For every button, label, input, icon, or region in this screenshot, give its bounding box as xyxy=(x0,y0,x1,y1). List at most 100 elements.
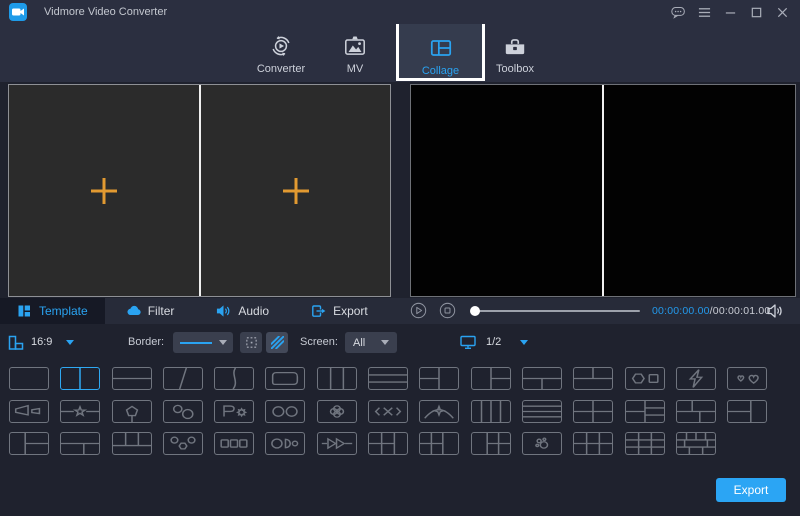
template-thumb-circle-half-dot[interactable] xyxy=(265,432,305,455)
current-time: 00:00:00.00 xyxy=(652,305,710,317)
template-thumb-megaphone[interactable] xyxy=(9,400,49,423)
feature-tabs: Template Filter AudioExport xyxy=(0,298,389,324)
collage-toolbar: 16:9 Border: Screen: All 1/2 xyxy=(0,331,800,355)
template-thumb-grid-2x2-right-col-sm[interactable] xyxy=(368,432,408,455)
border-dropdown-caret-icon xyxy=(219,340,227,345)
collage-cell-1[interactable] xyxy=(9,85,199,296)
collage-icon xyxy=(428,35,454,61)
template-thumb-left-2row-right-col[interactable] xyxy=(727,400,767,423)
template-thumb-bubbles[interactable] xyxy=(522,432,562,455)
play-button[interactable] xyxy=(410,302,427,319)
template-thumb-two-circles[interactable] xyxy=(265,400,305,423)
nav-tab-label: MV xyxy=(322,63,388,75)
titlebar: Vidmore Video Converter xyxy=(0,0,800,24)
screen-dropdown[interactable]: All xyxy=(345,332,397,353)
nav-tab-mv[interactable]: MV xyxy=(322,33,388,75)
template-thumb-curve[interactable] xyxy=(214,367,254,390)
template-thumb-arc-star[interactable] xyxy=(419,400,459,423)
template-thumb-grid-3x2[interactable] xyxy=(573,432,613,455)
template-thumb-p-gear[interactable] xyxy=(214,400,254,423)
template-thumb-left-2row-right[interactable] xyxy=(419,367,459,390)
template-thumb-circle-hex-circle[interactable] xyxy=(163,432,203,455)
total-time: 00:00:01.00 xyxy=(713,305,771,317)
seek-slider[interactable] xyxy=(472,310,640,312)
aspect-ratio-value[interactable]: 16:9 xyxy=(31,336,52,348)
template-thumb-left-right-2row[interactable] xyxy=(471,367,511,390)
template-thumb-left-col-right-2row[interactable] xyxy=(9,432,49,455)
screen-dropdown-caret-icon xyxy=(381,340,389,345)
template-thumb-grid-3x3[interactable] xyxy=(625,432,665,455)
template-thumb-x-brackets[interactable] xyxy=(368,400,408,423)
feature-tab-strip: Template Filter AudioExport 00:00:00.00/00… xyxy=(0,298,800,324)
template-thumb-clover[interactable] xyxy=(317,400,357,423)
stop-button[interactable] xyxy=(439,302,456,319)
seek-slider-knob[interactable] xyxy=(470,306,480,316)
template-thumb-rounded-pip[interactable] xyxy=(265,367,305,390)
screen-dropdown-value: All xyxy=(353,337,365,349)
template-thumb-circles-diag[interactable] xyxy=(163,400,203,423)
template-thumb-star-line[interactable] xyxy=(60,400,100,423)
template-thumb-three-squares[interactable] xyxy=(214,432,254,455)
template-thumb-single[interactable] xyxy=(9,367,49,390)
template-thumb-four-col[interactable] xyxy=(471,400,511,423)
volume-icon[interactable] xyxy=(766,303,784,319)
mv-icon xyxy=(342,33,368,59)
template-thumb-top-bottom-2col[interactable] xyxy=(522,367,562,390)
border-dash-button[interactable] xyxy=(240,332,262,353)
template-thumb-two-col[interactable] xyxy=(60,367,100,390)
feature-tab-label: Filter xyxy=(148,304,175,318)
template-thumb-top-2col-bottom[interactable] xyxy=(573,367,613,390)
nav-tab-label: Toolbox xyxy=(482,63,548,75)
template-thumb-pentagon[interactable] xyxy=(112,400,152,423)
feature-tab-filter[interactable]: Filter xyxy=(105,298,196,324)
template-thumb-top-row-bottom-2col[interactable] xyxy=(60,432,100,455)
monitor-icon[interactable] xyxy=(460,335,476,350)
add-video-plus-icon[interactable] xyxy=(89,176,119,206)
page-caret-icon[interactable] xyxy=(520,340,528,345)
template-thumb-four-row[interactable] xyxy=(522,400,562,423)
template-thumb-three-row[interactable] xyxy=(368,367,408,390)
window-title: Vidmore Video Converter xyxy=(44,6,167,18)
nav-tab-label: Collage xyxy=(399,65,482,77)
template-thumb-hearts[interactable] xyxy=(727,367,767,390)
menu-icon[interactable] xyxy=(696,5,712,20)
border-style-dropdown[interactable] xyxy=(173,332,233,353)
template-grid-icon xyxy=(17,304,32,318)
template-thumb-two-row[interactable] xyxy=(112,367,152,390)
template-thumb-lightning[interactable] xyxy=(676,367,716,390)
feature-tab-template[interactable]: Template xyxy=(0,298,105,324)
page-indicator: 1/2 xyxy=(486,336,501,348)
feedback-icon[interactable] xyxy=(670,5,686,20)
template-thumb-double-arrows[interactable] xyxy=(317,432,357,455)
template-row xyxy=(9,432,795,455)
template-grid xyxy=(9,367,795,465)
template-row xyxy=(9,367,795,390)
feature-tab-export[interactable]: Export xyxy=(290,298,389,324)
maximize-icon[interactable] xyxy=(748,5,764,20)
collage-cell-2[interactable] xyxy=(201,85,390,296)
close-icon[interactable] xyxy=(774,5,790,20)
aspect-ratio-caret-icon[interactable] xyxy=(66,340,74,345)
nav-tab-toolbox[interactable]: Toolbox xyxy=(482,33,548,75)
template-thumb-top-2col-bottom-2col[interactable] xyxy=(676,400,716,423)
feature-tab-audio[interactable]: Audio xyxy=(195,298,290,324)
preview-cell-1 xyxy=(411,85,602,296)
aspect-ratio-icon[interactable] xyxy=(8,335,24,351)
border-color-button[interactable] xyxy=(266,332,288,353)
nav-tab-converter[interactable]: Converter xyxy=(247,33,315,75)
template-thumb-top-3col-bottom-row[interactable] xyxy=(112,432,152,455)
template-thumb-grid-2x2-right-col[interactable] xyxy=(419,432,459,455)
nav-tab-collage[interactable]: Collage xyxy=(396,21,485,81)
template-thumb-grid-2x2-right-3row[interactable] xyxy=(625,400,665,423)
template-thumb-brick-grid[interactable] xyxy=(676,432,716,455)
template-thumb-diagonal[interactable] xyxy=(163,367,203,390)
player-controls: 00:00:00.00/00:00:01.00 xyxy=(400,298,800,324)
preview-panel xyxy=(410,84,796,297)
add-video-plus-icon[interactable] xyxy=(281,176,311,206)
template-thumb-hex-square[interactable] xyxy=(625,367,665,390)
export-button[interactable]: Export xyxy=(716,478,786,502)
minimize-icon[interactable] xyxy=(722,5,738,20)
template-thumb-grid-2x2[interactable] xyxy=(573,400,613,423)
template-thumb-left-col-grid-2x2[interactable] xyxy=(471,432,511,455)
template-thumb-three-col[interactable] xyxy=(317,367,357,390)
